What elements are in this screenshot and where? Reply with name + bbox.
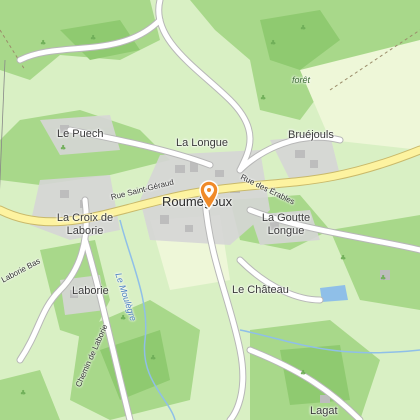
map-view[interactable]: ♣ ♣ ♣ ♣ ♣ ♣ ♣ ♣ ♣ ♣ ♣ ♣ Le Puech La Longue Bruéj… xyxy=(0,0,420,420)
forest-label: forêt xyxy=(292,75,311,85)
place-label-le-puech: Le Puech xyxy=(57,128,104,140)
svg-text:♣: ♣ xyxy=(380,274,386,282)
svg-text:♣: ♣ xyxy=(260,94,266,102)
svg-text:♣: ♣ xyxy=(60,144,66,152)
svg-text:♣: ♣ xyxy=(270,39,276,47)
svg-text:♣: ♣ xyxy=(340,254,346,262)
place-label-le-chateau: Le Château xyxy=(232,284,289,296)
svg-text:♣: ♣ xyxy=(150,354,156,362)
svg-text:♣: ♣ xyxy=(40,39,46,47)
svg-text:♣: ♣ xyxy=(300,24,306,32)
place-label-lagat: Lagat xyxy=(310,405,338,417)
place-label-la-goutte-longue: La Goutte Longue xyxy=(261,212,311,237)
svg-text:♣: ♣ xyxy=(20,389,26,397)
place-label-la-longue: La Longue xyxy=(176,137,228,149)
place-label-bruejouls: Bruéjouls xyxy=(288,129,334,141)
map-pin-icon[interactable] xyxy=(198,180,220,211)
place-label-laborie: Laborie xyxy=(72,285,109,297)
place-label-la-croix-de-laborie: La Croix de Laborie xyxy=(56,212,114,237)
svg-text:♣: ♣ xyxy=(90,34,96,42)
svg-text:♣: ♣ xyxy=(300,369,306,377)
